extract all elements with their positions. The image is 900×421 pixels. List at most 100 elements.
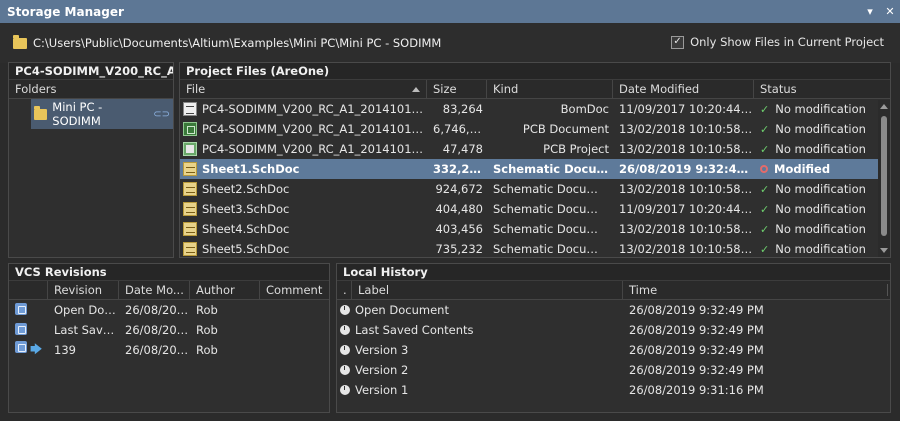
scroll-up-icon[interactable]: [880, 104, 888, 109]
history-row[interactable]: Open Document 26/08/2019 9:32:49 PM: [337, 300, 890, 320]
project-files-list: PC4-SODIMM_V200_RC_A1_20141015.Bo... 83,2…: [180, 99, 890, 259]
local-history-header: . Label Time: [337, 281, 890, 300]
col-revision[interactable]: Revision: [48, 281, 119, 299]
project-files-title: Project Files (AreOne): [180, 63, 890, 80]
sch-doc-icon: [183, 162, 197, 176]
col-time[interactable]: Time: [623, 281, 877, 299]
history-label: Version 3: [355, 343, 409, 357]
history-row[interactable]: Version 1 26/08/2019 9:31:16 PM: [337, 380, 890, 400]
file-date-modified: 11/09/2017 10:20:44 PM: [619, 102, 754, 116]
history-row[interactable]: Last Saved Contents 26/08/2019 9:32:49 PM: [337, 320, 890, 340]
col-comment[interactable]: Comment: [260, 281, 329, 299]
check-icon: ✓: [760, 143, 770, 156]
history-row[interactable]: Version 3 26/08/2019 9:32:49 PM: [337, 340, 890, 360]
vcs-icon-cell: 🡆: [9, 340, 48, 361]
file-name-cell: Sheet5.SchDoc: [180, 242, 427, 256]
clock-icon: [340, 385, 350, 395]
file-row[interactable]: PC4-SODIMM_V200_RC_A1_20141015.Bo... 83,2…: [180, 99, 878, 119]
vcs-revision: 139: [54, 343, 76, 357]
vcs-revisions-list: Open Docu...26/08/201...RobLast Saved...…: [9, 300, 329, 360]
file-kind: Schematic Document: [493, 202, 613, 216]
vcs-revision-row[interactable]: Last Saved... 26/08/201... Rob: [9, 320, 329, 340]
col-size[interactable]: Size: [427, 80, 487, 98]
file-row[interactable]: Sheet5.SchDoc 735,232 Schematic Document 13…: [180, 239, 878, 259]
folder-item-label: Mini PC - SODIMM: [52, 100, 103, 128]
current-path: C:\Users\Public\Documents\Altium\Example…: [33, 36, 442, 50]
file-status-cell: ✓ No modification: [754, 122, 878, 136]
file-kind: Schematic Document: [493, 242, 613, 256]
only-show-checkbox[interactable]: ✓: [671, 35, 685, 49]
file-status: No modification: [775, 122, 866, 136]
folder-item[interactable]: Mini PC - SODIMM ⊂⊃: [9, 99, 173, 129]
project-files-panel: Project Files (AreOne) File Size Kind Da…: [179, 62, 891, 258]
only-show-current-project-toggle[interactable]: ✓ Only Show Files in Current Project: [671, 35, 884, 49]
col-vcs-icon: [9, 281, 48, 299]
file-status-cell: ✓ No modification: [754, 222, 878, 236]
scroll-thumb[interactable]: [881, 116, 887, 236]
scroll-down-icon[interactable]: [880, 248, 888, 253]
vcs-date: 26/08/201...: [125, 303, 190, 317]
file-size: 83,264: [442, 102, 483, 116]
file-row[interactable]: Sheet4.SchDoc 403,456 Schematic Document 13…: [180, 219, 878, 239]
file-row[interactable]: Sheet2.SchDoc 924,672 Schematic Document 13…: [180, 179, 878, 199]
check-icon: ✓: [760, 223, 770, 236]
project-files-header: File Size Kind Date Modified Status: [180, 80, 890, 99]
check-icon: ✓: [760, 123, 770, 136]
history-label-cell: Version 2: [337, 363, 623, 377]
file-row[interactable]: Sheet3.SchDoc 404,480 Schematic Document 11…: [180, 199, 878, 219]
file-status-cell: ✓ No modification: [754, 242, 878, 256]
file-size: 332,288: [433, 162, 486, 176]
header-divider: [887, 284, 888, 296]
file-name: PC4-SODIMM_V200_RC_A1_20141015.Prj...: [202, 142, 427, 156]
file-status: No modification: [775, 182, 866, 196]
col-date-modified[interactable]: Date Mo...: [119, 281, 190, 299]
file-kind: PCB Document: [522, 122, 609, 136]
history-row[interactable]: Version 2 26/08/2019 9:32:49 PM: [337, 360, 890, 380]
vcs-date: 26/08/201...: [125, 323, 190, 337]
folder-icon: [34, 105, 48, 120]
vcs-author: Rob: [196, 323, 218, 337]
file-name: PC4-SODIMM_V200_RC_A1_20141015.Pc...: [202, 122, 427, 136]
col-file[interactable]: File: [180, 80, 427, 98]
check-icon: ✓: [760, 243, 770, 256]
files-scrollbar[interactable]: [878, 100, 890, 257]
col-status[interactable]: Status: [754, 80, 878, 98]
file-row[interactable]: PC4-SODIMM_V200_RC_A1_20141015.Pc... 6,74…: [180, 119, 878, 139]
file-status-cell: Modified: [754, 162, 878, 176]
file-name: Sheet5.SchDoc: [202, 242, 290, 256]
col-kind[interactable]: Kind: [487, 80, 613, 98]
col-dot[interactable]: .: [337, 281, 352, 299]
vcs-revision-row[interactable]: 🡆 139 26/08/201... Rob: [9, 340, 329, 360]
vcs-revision: Last Saved...: [54, 323, 119, 337]
file-date-modified: 26/08/2019 9:32:49 PM: [619, 162, 754, 176]
modified-icon: [760, 165, 768, 173]
vcs-revision-icon: [15, 340, 27, 353]
local-history-title: Local History: [337, 264, 890, 281]
history-label-cell: Version 3: [337, 343, 623, 357]
file-name-cell: PC4-SODIMM_V200_RC_A1_20141015.Bo...: [180, 102, 427, 116]
pcb-doc-icon: [183, 122, 197, 136]
check-icon: ✓: [760, 183, 770, 196]
folders-column-header[interactable]: Folders: [9, 80, 173, 98]
close-icon[interactable]: ✕: [880, 0, 900, 23]
col-date-modified[interactable]: Date Modified: [613, 80, 754, 98]
file-status-cell: ✓ No modification: [754, 102, 878, 116]
vcs-revision-row[interactable]: Open Docu... 26/08/201... Rob: [9, 300, 329, 320]
file-date-modified: 11/09/2017 10:20:44 PM: [619, 202, 754, 216]
window-title: Storage Manager: [7, 4, 124, 19]
file-row[interactable]: Sheet1.SchDoc 332,288 Schematic Document 26…: [180, 159, 878, 179]
vcs-icon-cell: [9, 322, 48, 338]
file-status: No modification: [775, 102, 866, 116]
col-author[interactable]: Author: [190, 281, 260, 299]
history-label: Open Document: [355, 303, 449, 317]
panel-menu-icon[interactable]: ▾: [860, 0, 880, 23]
file-status: No modification: [775, 242, 866, 256]
file-size: 924,672: [435, 182, 483, 196]
history-time: 26/08/2019 9:31:16 PM: [629, 383, 764, 397]
file-name: PC4-SODIMM_V200_RC_A1_20141015.Bo...: [202, 102, 427, 116]
file-name: Sheet3.SchDoc: [202, 202, 290, 216]
vcs-revisions-title: VCS Revisions: [9, 264, 329, 281]
title-bar: Storage Manager ▾ ✕: [0, 0, 900, 23]
col-label[interactable]: Label: [352, 281, 623, 299]
file-row[interactable]: PC4-SODIMM_V200_RC_A1_20141015.Prj... 47,…: [180, 139, 878, 159]
